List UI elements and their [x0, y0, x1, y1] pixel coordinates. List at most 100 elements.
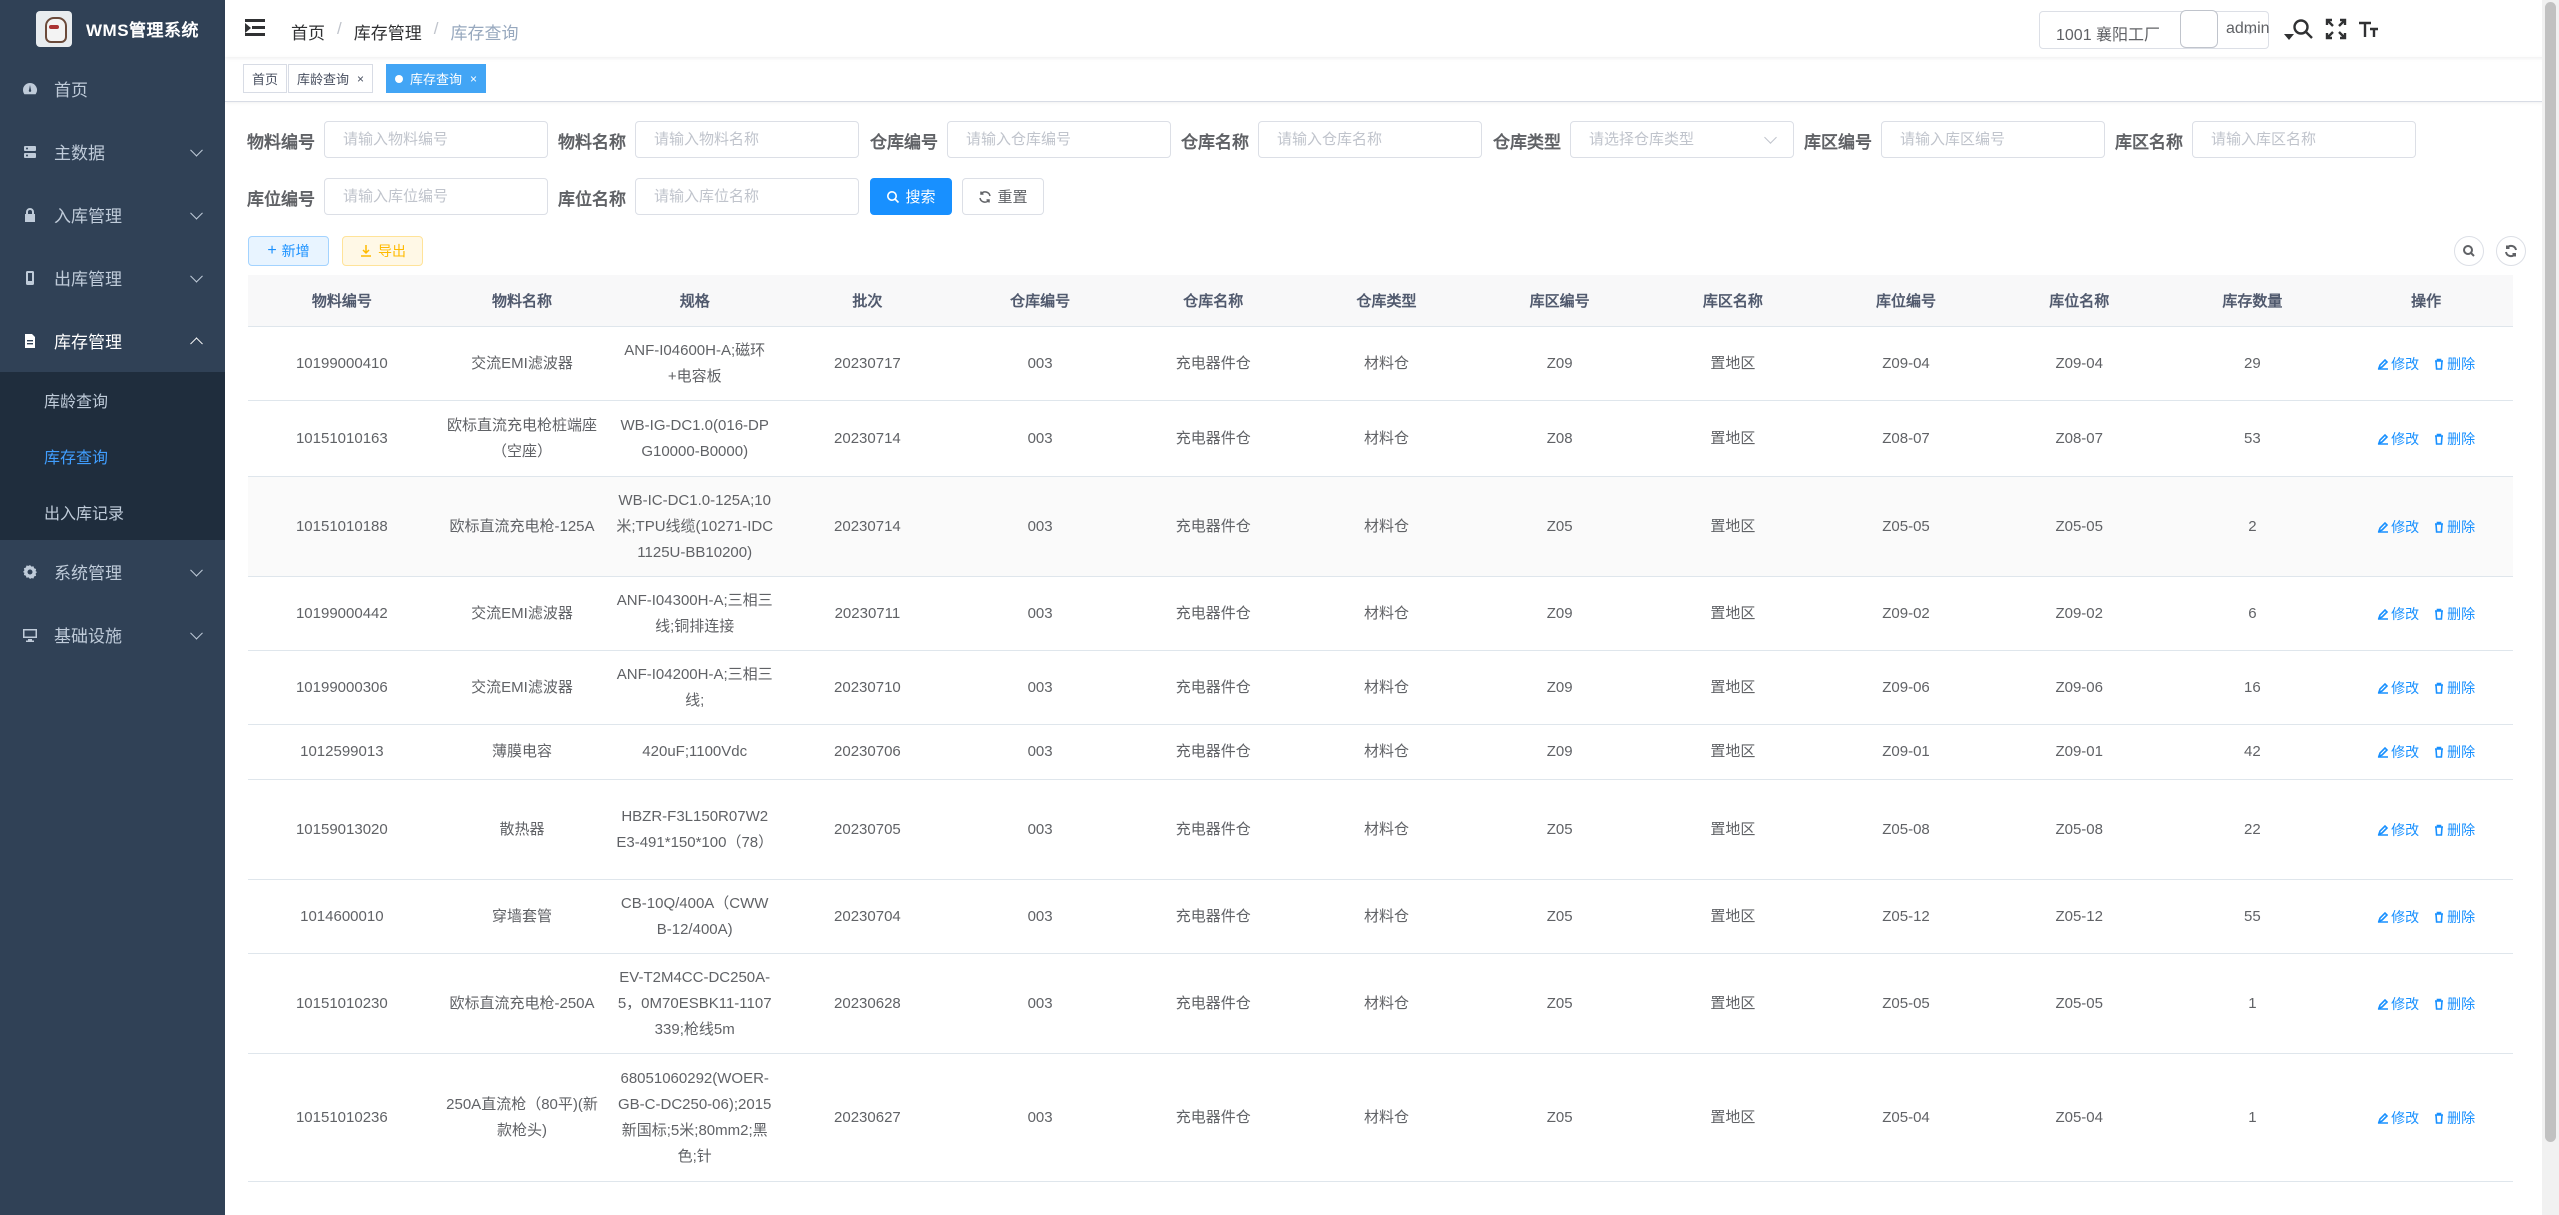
warehouse-code-input[interactable] — [947, 121, 1171, 158]
delete-button[interactable]: 删除 — [2433, 739, 2475, 765]
export-button[interactable]: 导出 — [342, 236, 423, 266]
user-name[interactable]: admin — [2226, 20, 2270, 38]
delete-button[interactable]: 删除 — [2433, 514, 2475, 540]
fullscreen-icon[interactable] — [2324, 17, 2348, 41]
cell-actions: 修改 删除 — [2339, 577, 2513, 650]
cell-actions: 修改 删除 — [2339, 1054, 2513, 1181]
avatar[interactable] — [2180, 10, 2218, 48]
cell-area-code: Z09 — [1546, 678, 1573, 696]
delete-button[interactable]: 删除 — [2433, 426, 2475, 452]
close-icon[interactable]: × — [357, 72, 364, 86]
sidebar-item-outbound[interactable]: 出库管理 — [0, 246, 225, 309]
cell-material-name: 交流EMI滤波器 — [471, 604, 573, 622]
sidebar-item-home[interactable]: 首页 — [0, 57, 225, 120]
add-button-label: 新增 — [281, 243, 310, 259]
area-code-input[interactable] — [1881, 121, 2105, 158]
edit-button[interactable]: 修改 — [2377, 817, 2419, 843]
edit-button[interactable]: 修改 — [2377, 675, 2419, 701]
cell-spec: ANF-I04300H-A;三相三线;铜排连接 — [616, 591, 773, 635]
edit-button[interactable]: 修改 — [2377, 351, 2419, 377]
delete-button[interactable]: 删除 — [2433, 675, 2475, 701]
hamburger-icon[interactable] — [245, 19, 267, 37]
gear-icon — [22, 564, 38, 580]
tag-home[interactable]: 首页 — [243, 64, 288, 93]
column-header-area-code: 库区编号 — [1529, 293, 1590, 310]
location-name-input[interactable] — [635, 178, 859, 215]
edit-label: 修改 — [2391, 744, 2420, 760]
cell-quantity: 42 — [2244, 743, 2261, 760]
cell-material-code: 1014600010 — [300, 907, 384, 925]
material-code-input[interactable] — [324, 121, 548, 158]
edit-button[interactable]: 修改 — [2377, 991, 2419, 1017]
delete-button[interactable]: 删除 — [2433, 817, 2475, 843]
edit-button[interactable]: 修改 — [2377, 601, 2419, 627]
cell-warehouse-type: 材料仓 — [1363, 678, 1409, 696]
chevron-down-icon — [190, 563, 203, 577]
sidebar-item-inbound[interactable]: 入库管理 — [0, 183, 225, 246]
cell-warehouse-name: 充电器件仓 — [1175, 743, 1251, 760]
lock-icon — [22, 207, 38, 223]
edit-button[interactable]: 修改 — [2377, 1105, 2419, 1131]
breadcrumb-inventory[interactable]: 库存管理 — [354, 19, 422, 44]
search-icon[interactable] — [2291, 17, 2315, 41]
sidebar-item-infrastructure[interactable]: 基础设施 — [0, 603, 225, 666]
material-name-input[interactable] — [635, 121, 859, 158]
chevron-down-icon — [190, 269, 203, 283]
warehouse-code-label: 仓库编号 — [870, 133, 938, 152]
delete-label: 删除 — [2447, 995, 2476, 1012]
warehouse-type-select[interactable] — [1570, 121, 1794, 158]
cell-material-name: 穿墙套管 — [492, 907, 553, 925]
tag-stock-query[interactable]: 库存查询 × — [386, 64, 487, 93]
toggle-search-button[interactable] — [2454, 236, 2484, 266]
delete-button[interactable]: 删除 — [2433, 351, 2475, 377]
cell-warehouse-code: 003 — [1027, 354, 1053, 372]
edit-icon — [2377, 824, 2389, 836]
warehouse-name-input[interactable] — [1258, 121, 1482, 158]
close-icon[interactable]: × — [470, 72, 477, 86]
location-code-input[interactable] — [324, 178, 548, 215]
sidebar: WMS管理系统 首页 主数据 入库管理 出库管理 库存管理 库龄查询 库存查询 … — [0, 0, 225, 1215]
edit-button[interactable]: 修改 — [2377, 514, 2419, 540]
breadcrumb-home[interactable]: 首页 — [291, 19, 325, 44]
cell-quantity: 29 — [2244, 354, 2261, 372]
delete-button[interactable]: 删除 — [2433, 904, 2475, 930]
cell-area-code: Z05 — [1546, 1108, 1573, 1126]
trash-icon — [2435, 1112, 2444, 1124]
delete-button[interactable]: 删除 — [2433, 601, 2475, 627]
edit-label: 修改 — [2391, 995, 2420, 1012]
vertical-scrollbar[interactable] — [2542, 0, 2559, 1215]
table-row: 10199000410 交流EMI滤波器 ANF-I04600H-A;磁环+电容板 2… — [248, 327, 2513, 401]
table-row: 10199000442 交流EMI滤波器 ANF-I04300H-A;三相三线;铜排… — [248, 577, 2513, 651]
cell-material-name: 欧标直流充电枪-250A — [449, 994, 595, 1012]
cell-area-name: 置地区 — [1710, 820, 1756, 838]
tag-stock-age[interactable]: 库龄查询 × — [288, 64, 374, 93]
search-button[interactable]: 搜索 — [870, 178, 952, 215]
table-row: 10151010230 欧标直流充电枪-250A EV-T2M4CC-DC250A-… — [248, 954, 2513, 1054]
delete-button[interactable]: 删除 — [2433, 1105, 2475, 1131]
cell-warehouse-name: 充电器件仓 — [1175, 429, 1251, 447]
sidebar-item-master-data[interactable]: 主数据 — [0, 120, 225, 183]
edit-label: 修改 — [2391, 430, 2420, 447]
scrollbar-thumb[interactable] — [2545, 2, 2556, 1142]
add-button[interactable]: + 新增 — [248, 236, 329, 266]
font-size-icon[interactable] — [2356, 17, 2380, 41]
sidebar-item-system[interactable]: 系统管理 — [0, 540, 225, 603]
edit-button[interactable]: 修改 — [2377, 904, 2419, 930]
logo[interactable]: WMS管理系统 — [0, 0, 225, 57]
trash-icon — [2435, 358, 2444, 370]
delete-button[interactable]: 删除 — [2433, 991, 2475, 1017]
sidebar-subitem-stock-query[interactable]: 库存查询 — [0, 428, 225, 484]
caret-down-icon[interactable] — [2284, 34, 2294, 40]
edit-button[interactable]: 修改 — [2377, 426, 2419, 452]
sidebar-item-inventory[interactable]: 库存管理 — [0, 309, 225, 372]
cell-quantity: 53 — [2244, 429, 2261, 447]
sidebar-subitem-io-records[interactable]: 出入库记录 — [0, 484, 225, 540]
delete-label: 删除 — [2447, 908, 2476, 925]
area-name-input[interactable] — [2192, 121, 2416, 158]
refresh-button[interactable] — [2496, 236, 2526, 266]
sidebar-subitem-stock-age[interactable]: 库龄查询 — [0, 372, 225, 428]
cell-material-code: 10199000410 — [295, 354, 388, 372]
edit-button[interactable]: 修改 — [2377, 739, 2419, 765]
reset-button[interactable]: 重置 — [962, 178, 1044, 215]
cell-spec: ANF-I04200H-A;三相三线; — [616, 665, 773, 709]
